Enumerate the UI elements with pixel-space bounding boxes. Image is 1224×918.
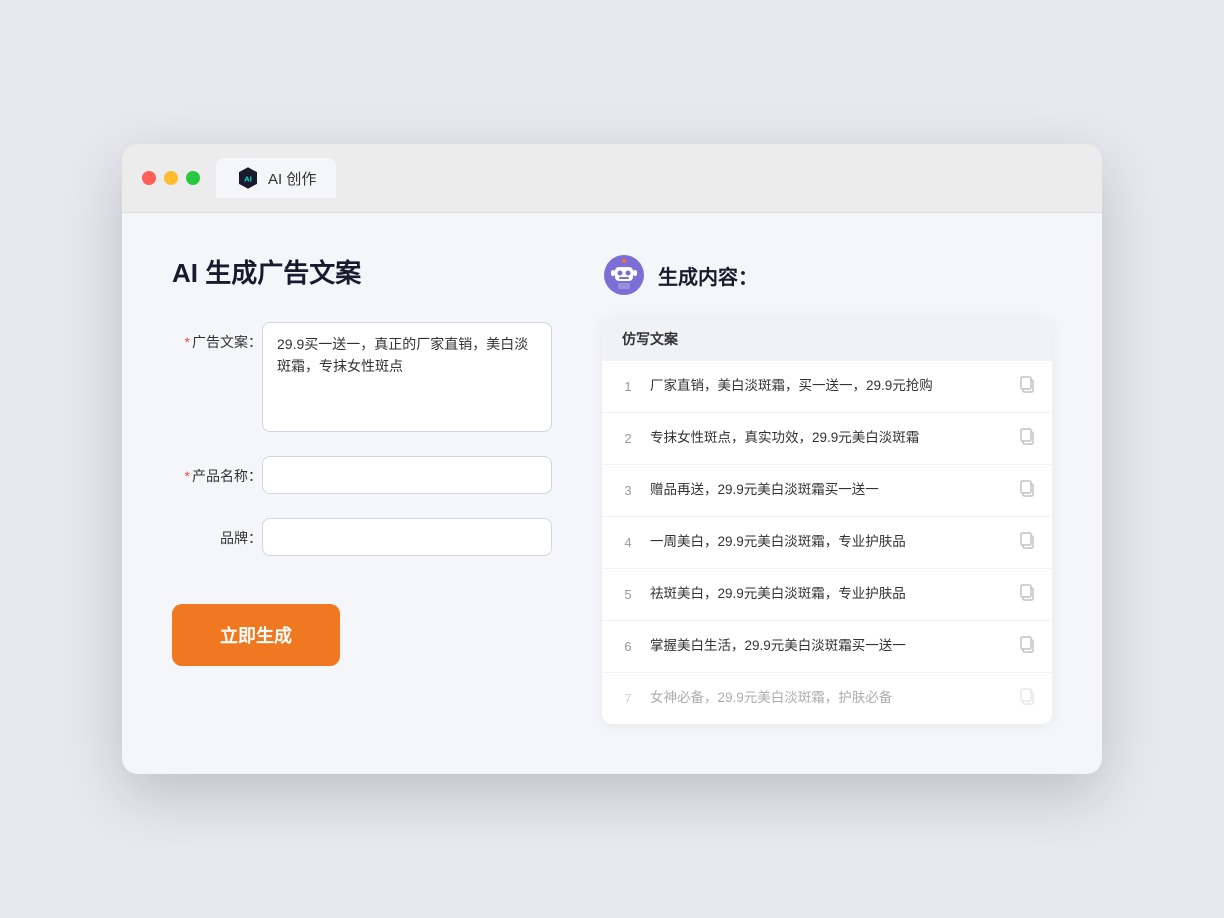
result-header: 生成内容： — [602, 253, 1052, 297]
row-number: 2 — [618, 431, 638, 446]
table-row: 7 女神必备，29.9元美白淡斑霜，护肤必备 — [602, 673, 1052, 724]
table-row: 5 祛斑美白，29.9元美白淡斑霜，专业护肤品 — [602, 569, 1052, 621]
ai-tab-icon: AI — [236, 166, 260, 190]
tab-ai-creation[interactable]: AI AI 创作 — [216, 158, 336, 198]
row-number: 6 — [618, 639, 638, 654]
copy-icon[interactable] — [1018, 375, 1036, 398]
brand-label: 品牌： — [172, 518, 262, 548]
table-row: 3 赠品再送，29.9元美白淡斑霜买一送一 — [602, 465, 1052, 517]
table-row: 4 一周美白，29.9元美白淡斑霜，专业护肤品 — [602, 517, 1052, 569]
maximize-button[interactable] — [186, 171, 200, 185]
copy-icon[interactable] — [1018, 531, 1036, 554]
required-star-product: * — [185, 468, 190, 484]
copy-icon[interactable] — [1018, 687, 1036, 710]
row-text: 专抹女性斑点，真实功效，29.9元美白淡斑霜 — [650, 428, 1006, 448]
copy-icon[interactable] — [1018, 427, 1036, 450]
traffic-lights — [142, 171, 200, 185]
row-number: 3 — [618, 483, 638, 498]
svg-text:AI: AI — [244, 174, 252, 183]
minimize-button[interactable] — [164, 171, 178, 185]
copy-icon[interactable] — [1018, 635, 1036, 658]
brand-group: 品牌： 好白 — [172, 518, 552, 556]
product-name-group: *产品名称： 美白淡斑霜 — [172, 456, 552, 494]
robot-icon — [602, 253, 646, 297]
row-number: 4 — [618, 535, 638, 550]
table-header: 仿写文案 — [602, 317, 1052, 361]
page-title: AI 生成广告文案 — [172, 253, 552, 290]
tab-label: AI 创作 — [268, 168, 316, 189]
result-title: 生成内容： — [658, 261, 758, 290]
table-row: 6 掌握美白生活，29.9元美白淡斑霜买一送一 — [602, 621, 1052, 673]
row-text: 女神必备，29.9元美白淡斑霜，护肤必备 — [650, 688, 1006, 708]
row-number: 5 — [618, 587, 638, 602]
ad-copy-group: *广告文案： 29.9买一送一，真正的厂家直销，美白淡斑霜，专抹女性斑点 — [172, 322, 552, 432]
row-text: 掌握美白生活，29.9元美白淡斑霜买一送一 — [650, 636, 1006, 656]
copy-icon[interactable] — [1018, 479, 1036, 502]
required-star-ad: * — [185, 334, 190, 350]
result-rows-container: 1 厂家直销，美白淡斑霜，买一送一，29.9元抢购 2 专抹女性斑点，真实功效，29… — [602, 361, 1052, 724]
left-panel: AI 生成广告文案 *广告文案： 29.9买一送一，真正的厂家直销，美白淡斑霜，… — [172, 253, 552, 724]
row-text: 一周美白，29.9元美白淡斑霜，专业护肤品 — [650, 532, 1006, 552]
copy-icon[interactable] — [1018, 583, 1036, 606]
row-number: 1 — [618, 379, 638, 394]
main-content: AI 生成广告文案 *广告文案： 29.9买一送一，真正的厂家直销，美白淡斑霜，… — [122, 213, 1102, 774]
titlebar: AI AI 创作 — [122, 144, 1102, 213]
table-row: 1 厂家直销，美白淡斑霜，买一送一，29.9元抢购 — [602, 361, 1052, 413]
product-name-label: *产品名称： — [172, 456, 262, 486]
ad-copy-label: *广告文案： — [172, 322, 262, 352]
right-panel: 生成内容： 仿写文案 1 厂家直销，美白淡斑霜，买一送一，29.9元抢购 2 专抹女… — [602, 253, 1052, 724]
row-text: 赠品再送，29.9元美白淡斑霜买一送一 — [650, 480, 1006, 500]
browser-window: AI AI 创作 AI 生成广告文案 *广告文案： 29.9买一送一，真正的厂家… — [122, 144, 1102, 774]
results-table: 仿写文案 1 厂家直销，美白淡斑霜，买一送一，29.9元抢购 2 专抹女性斑点，真实… — [602, 317, 1052, 724]
row-text: 厂家直销，美白淡斑霜，买一送一，29.9元抢购 — [650, 376, 1006, 396]
close-button[interactable] — [142, 171, 156, 185]
brand-input[interactable]: 好白 — [262, 518, 552, 556]
row-number: 7 — [618, 691, 638, 706]
row-text: 祛斑美白，29.9元美白淡斑霜，专业护肤品 — [650, 584, 1006, 604]
generate-button[interactable]: 立即生成 — [172, 604, 340, 666]
product-name-input[interactable]: 美白淡斑霜 — [262, 456, 552, 494]
ad-copy-textarea[interactable]: 29.9买一送一，真正的厂家直销，美白淡斑霜，专抹女性斑点 — [262, 322, 552, 432]
table-row: 2 专抹女性斑点，真实功效，29.9元美白淡斑霜 — [602, 413, 1052, 465]
